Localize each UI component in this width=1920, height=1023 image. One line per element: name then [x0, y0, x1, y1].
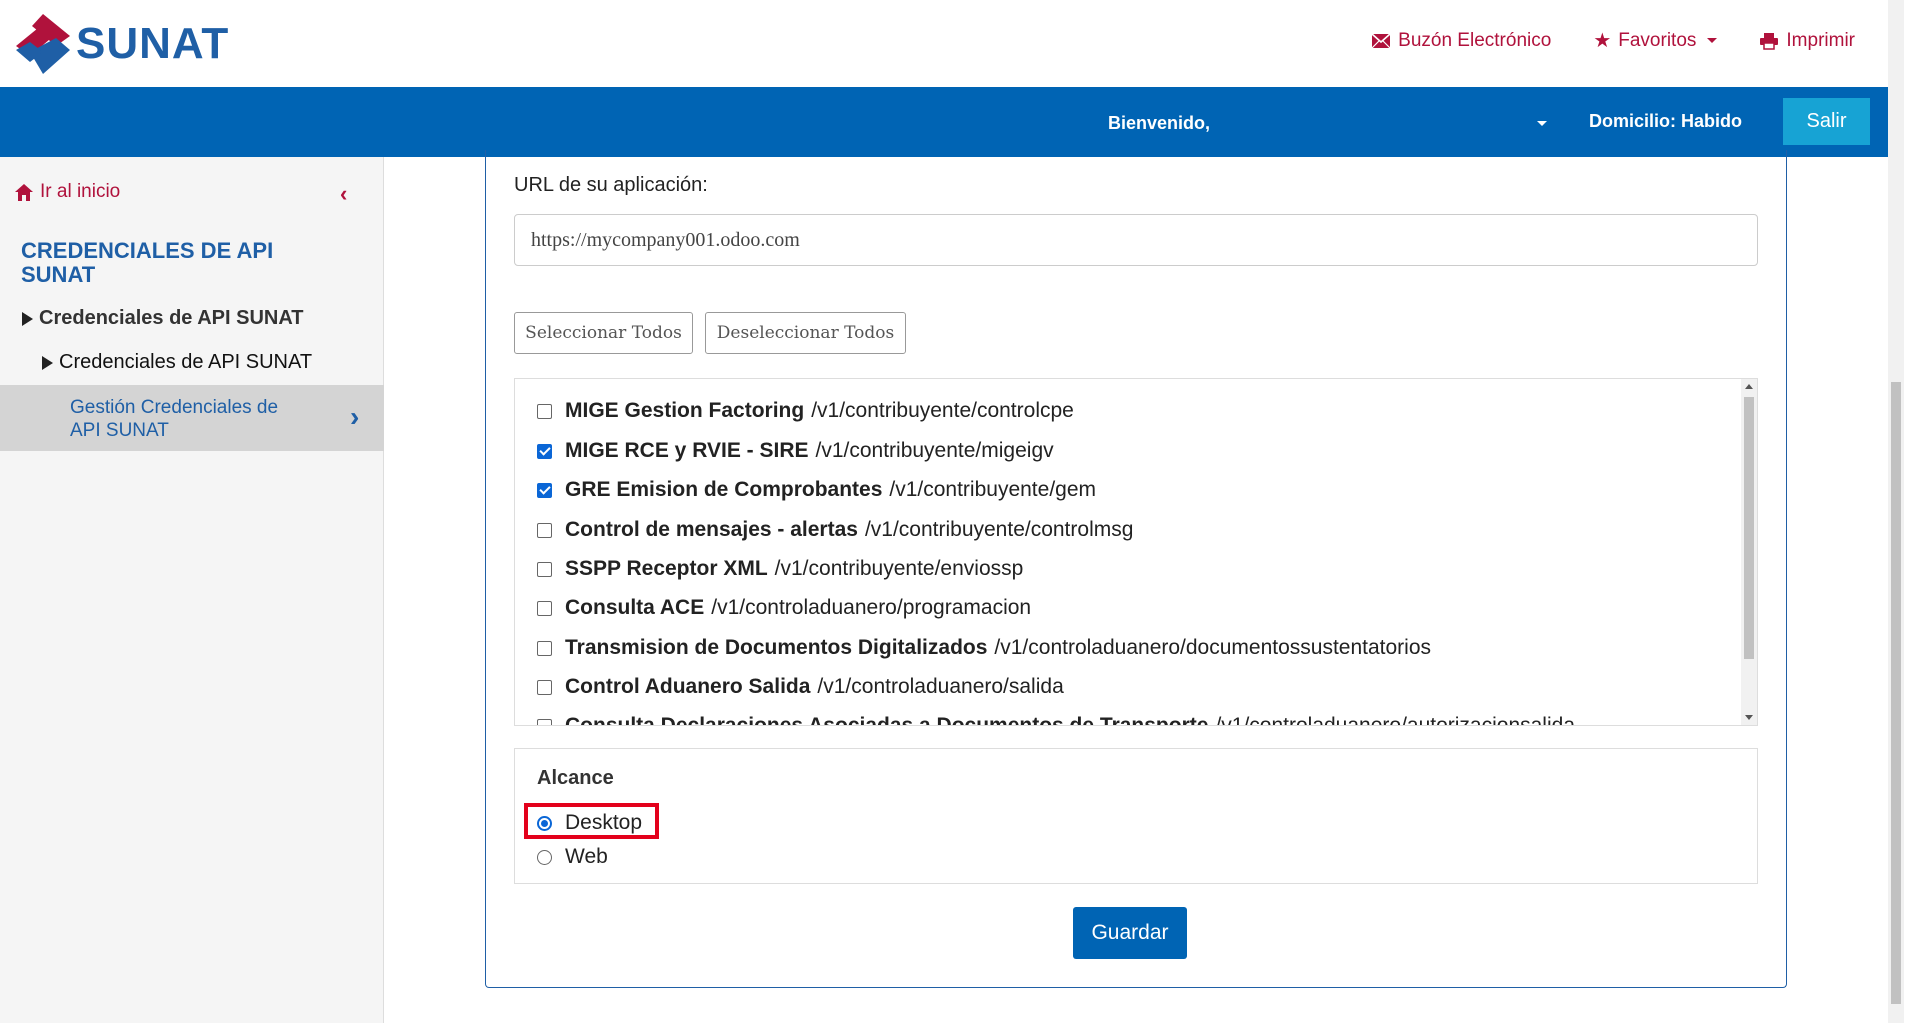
list-item[interactable]: Transmision de Documentos Digitalizados … [537, 633, 1431, 663]
sidebar-tree-level2[interactable]: Credenciales de API SUNAT [42, 351, 312, 374]
imprimir-label: Imprimir [1786, 29, 1855, 51]
favoritos-label: Favoritos [1618, 29, 1697, 51]
api-path: /v1/controladuanero/documentossustentato… [994, 636, 1432, 659]
top-links: Buzón Electrónico ★ Favoritos Imprimir [1371, 28, 1855, 53]
api-name: GRE Emision de Comprobantes [565, 478, 883, 501]
api-path: /v1/controladuanero/programacion [711, 596, 1032, 619]
checkbox[interactable] [537, 640, 552, 656]
page-scroll-thumb[interactable] [1891, 382, 1901, 1004]
select-all-button[interactable]: Seleccionar Todos [514, 312, 693, 354]
scroll-up-icon[interactable] [1745, 384, 1753, 389]
checkbox[interactable] [537, 561, 552, 577]
home-label: Ir al inicio [40, 181, 121, 202]
list-scrollbar[interactable] [1741, 379, 1757, 725]
favoritos-dropdown[interactable]: ★ Favoritos [1593, 28, 1718, 53]
list-item[interactable]: MIGE RCE y RVIE - SIRE /v1/contribuyente… [537, 436, 1054, 466]
checkbox[interactable] [537, 522, 552, 538]
checkbox[interactable] [537, 718, 552, 725]
api-path: /v1/controladuanero/autorizacionsalida [1215, 714, 1576, 726]
star-icon: ★ [1593, 30, 1612, 52]
logout-button[interactable]: Salir [1783, 98, 1870, 145]
home-icon [15, 183, 33, 201]
api-path: /v1/controladuanero/salida [817, 675, 1064, 698]
sidebar-item-gestion-credenciales[interactable]: Gestión Credenciales de API SUNAT › [0, 385, 384, 451]
sidebar-tree-level1[interactable]: Credenciales de API SUNAT [22, 307, 304, 330]
annotation-highlight-box [524, 803, 659, 839]
api-name: Control de mensajes - alertas [565, 518, 858, 541]
api-name: Consulta Declaraciones Asociadas a Docum… [565, 714, 1209, 726]
save-button[interactable]: Guardar [1073, 907, 1187, 959]
list-item[interactable]: MIGE Gestion Factoring /v1/contribuyente… [537, 396, 1074, 426]
alcance-title: Alcance [537, 767, 614, 789]
checkbox-checked[interactable] [537, 482, 552, 498]
deselect-all-button[interactable]: Deseleccionar Todos [705, 312, 906, 354]
alcance-fieldset: Alcance Desktop Web [514, 748, 1758, 884]
list-item[interactable]: SSPP Receptor XML /v1/contribuyente/envi… [537, 554, 1023, 584]
sunat-logo[interactable]: SUNAT [12, 12, 247, 76]
user-menu-caret-icon[interactable] [1537, 121, 1547, 126]
checkbox[interactable] [537, 403, 552, 419]
api-path: /v1/contribuyente/controlcpe [811, 399, 1074, 422]
collapse-sidebar-icon[interactable]: ‹ [340, 181, 347, 207]
sidebar-section-title: CREDENCIALES DE API SUNAT [21, 238, 274, 287]
list-item[interactable]: GRE Emision de Comprobantes /v1/contribu… [537, 475, 1096, 505]
api-name: MIGE Gestion Factoring [565, 399, 805, 422]
api-path: /v1/contribuyente/gem [889, 478, 1097, 501]
tree-level2-label: Credenciales de API SUNAT [59, 351, 313, 373]
logo-text: SUNAT [76, 19, 230, 68]
top-header: SUNAT Buzón Electrónico ★ Favoritos Impr… [0, 0, 1895, 87]
sidebar-item-label: Gestión Credenciales de API SUNAT [70, 397, 279, 441]
api-path: /v1/contribuyente/controlmsg [864, 518, 1134, 541]
list-item[interactable]: Control Aduanero Salida /v1/controladuan… [537, 672, 1064, 702]
url-label: URL de su aplicación: [514, 174, 708, 196]
api-path: /v1/contribuyente/enviossp [774, 557, 1024, 580]
chevron-down-icon [1707, 38, 1718, 43]
imprimir-link[interactable]: Imprimir [1759, 28, 1855, 53]
triangle-right-icon [22, 311, 33, 326]
api-name: Consulta ACE [565, 596, 705, 619]
api-name: SSPP Receptor XML [565, 557, 768, 580]
list-item[interactable]: Consulta Declaraciones Asociadas a Docum… [537, 711, 1576, 726]
sidebar: Ir al inicio ‹ CREDENCIALES DE API SUNAT… [0, 157, 384, 1023]
buzon-label: Buzón Electrónico [1398, 29, 1552, 51]
api-path: /v1/contribuyente/migeigv [815, 439, 1054, 462]
api-name: Transmision de Documentos Digitalizados [565, 636, 988, 659]
envelope-icon [1371, 32, 1391, 48]
checkbox[interactable] [537, 679, 552, 695]
checkbox[interactable] [537, 600, 552, 616]
checkbox-checked[interactable] [537, 443, 552, 459]
sunat-logo-icon [16, 14, 70, 74]
list-item[interactable]: Control de mensajes - alertas /v1/contri… [537, 515, 1133, 545]
triangle-right-icon [42, 355, 53, 370]
api-name: MIGE RCE y RVIE - SIRE [565, 439, 809, 462]
radio-button[interactable] [537, 849, 552, 865]
user-bar: Bienvenido, Domicilio: Habido Salir [0, 87, 1895, 157]
list-scroll-thumb[interactable] [1744, 397, 1754, 659]
api-scope-list[interactable]: MIGE Gestion Factoring /v1/contribuyente… [514, 378, 1758, 726]
domicilio-status: Domicilio: Habido [1589, 111, 1742, 131]
radio-web[interactable]: Web [537, 843, 608, 871]
tree-level1-label: Credenciales de API SUNAT [39, 307, 304, 329]
list-item[interactable]: Consulta ACE /v1/controladuanero/program… [537, 593, 1031, 623]
printer-icon [1760, 32, 1779, 50]
welcome-text: Bienvenido, [1108, 113, 1211, 133]
chevron-right-icon: › [350, 401, 360, 432]
url-input[interactable]: https://mycompany001.odoo.com [514, 214, 1758, 266]
home-link[interactable]: Ir al inicio [14, 181, 120, 203]
scroll-down-icon[interactable] [1745, 715, 1753, 720]
api-name: Control Aduanero Salida [565, 675, 811, 698]
radio-label: Web [565, 845, 608, 868]
buzon-electronico-link[interactable]: Buzón Electrónico [1371, 28, 1551, 53]
